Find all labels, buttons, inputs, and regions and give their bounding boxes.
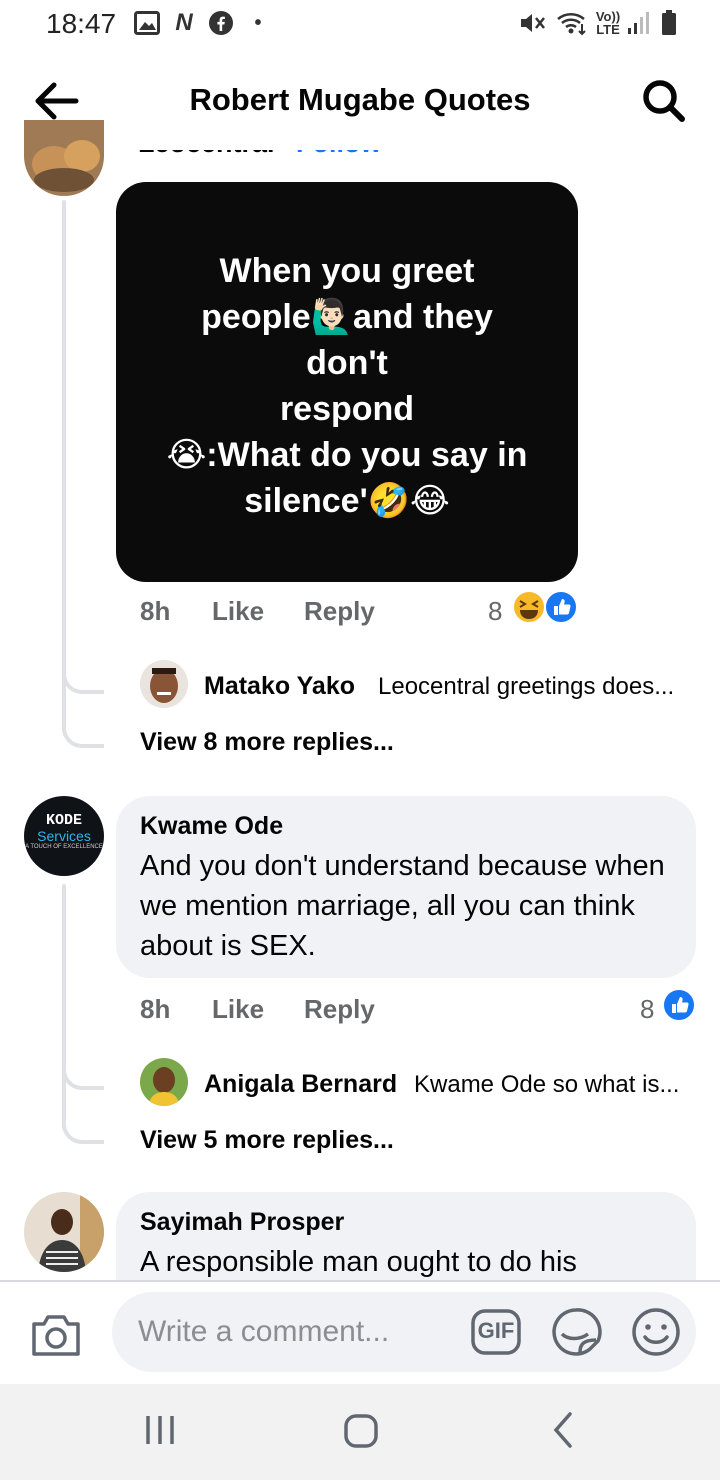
status-bar: 18:47 N • Vo)) LTE	[0, 0, 720, 50]
cut-author-name[interactable]: Leocentral	[138, 150, 275, 159]
thread-connector	[62, 1118, 104, 1144]
facebook-notification-icon	[208, 10, 234, 36]
avatar-sayimah-prosper[interactable]	[24, 1192, 104, 1272]
emoji-icon[interactable]	[630, 1306, 682, 1358]
thread-connector	[62, 722, 104, 748]
page-title: Robert Mugabe Quotes	[189, 82, 531, 117]
like-reaction-icon[interactable]	[544, 590, 578, 624]
search-icon[interactable]	[640, 78, 688, 124]
back-nav-icon[interactable]	[548, 1410, 580, 1450]
sticker-icon[interactable]	[550, 1306, 602, 1358]
comment-author-name[interactable]: Sayimah Prosper	[140, 1208, 344, 1237]
cut-follow-link[interactable]: Follow	[296, 150, 381, 159]
n-notification-icon: N	[175, 9, 193, 36]
like-reaction-icon[interactable]	[662, 988, 696, 1022]
avatar-matako-yako[interactable]	[140, 660, 188, 708]
recent-apps-icon[interactable]	[142, 1412, 178, 1448]
cut-author-row: Leocentral Follow	[0, 150, 720, 184]
wifi-icon	[556, 10, 588, 36]
thread-connector	[62, 1064, 104, 1090]
avatar-tagline-text: A TOUCH OF EXCELLENCE	[25, 844, 103, 850]
laughing-emoji-icon[interactable]	[512, 590, 546, 624]
comment-author-name[interactable]: Kwame Ode	[140, 812, 283, 841]
like-button[interactable]: Like	[212, 994, 264, 1025]
reply-button[interactable]: Reply	[304, 994, 375, 1025]
signal-icon	[626, 10, 650, 36]
avatar-anigala-bernard[interactable]	[140, 1058, 188, 1106]
thread-line	[62, 884, 66, 1130]
comment-time: 8h	[140, 596, 171, 626]
home-icon[interactable]	[342, 1412, 380, 1450]
comment-time: 8h	[140, 994, 171, 1024]
comment-text: A responsible man ought to do his	[140, 1246, 577, 1278]
avatar-sub-text: Services	[37, 828, 91, 844]
view-more-replies-link[interactable]: View 5 more replies...	[140, 1126, 394, 1155]
reply-preview-text[interactable]: Leocentral greetings does...	[378, 673, 674, 701]
reaction-count[interactable]: 8	[640, 994, 654, 1025]
avatar-brand-text: KODE	[45, 812, 82, 829]
gif-label: GIF	[477, 1318, 515, 1343]
status-time: 18:47	[46, 8, 117, 39]
gif-button[interactable]: GIF	[470, 1306, 522, 1358]
camera-icon[interactable]	[30, 1310, 82, 1358]
reply-button[interactable]: Reply	[304, 596, 375, 627]
mute-icon	[518, 10, 546, 36]
reply-author-name[interactable]: Anigala Bernard	[204, 1070, 397, 1099]
comment-bubble-cut[interactable]: Sayimah Prosper A responsible man ought …	[116, 1192, 696, 1280]
volte-bottom-label: LTE	[596, 22, 620, 37]
comment-input[interactable]	[112, 1292, 696, 1372]
reply-author-name[interactable]: Matako Yako	[204, 672, 355, 701]
view-more-replies-link[interactable]: View 8 more replies...	[140, 728, 394, 757]
comment-text: And you don't understand because when we…	[140, 850, 665, 962]
reaction-count[interactable]: 8	[488, 596, 502, 627]
meme-image-text: When you greet people🙋🏻‍♂️and they don't…	[166, 252, 528, 520]
thread-line	[62, 200, 66, 732]
thread-connector	[62, 668, 104, 694]
volte-indicator: Vo)) LTE	[594, 10, 622, 36]
more-notifications-dot: •	[254, 11, 262, 34]
gallery-icon	[134, 10, 160, 36]
battery-icon	[658, 10, 680, 36]
like-button[interactable]: Like	[212, 596, 264, 627]
avatar-leocentral[interactable]	[24, 120, 104, 196]
reply-preview-text[interactable]: Kwame Ode so what is...	[414, 1071, 679, 1099]
avatar-kwame-ode[interactable]: KODE Services A TOUCH OF EXCELLENCE	[24, 796, 104, 876]
